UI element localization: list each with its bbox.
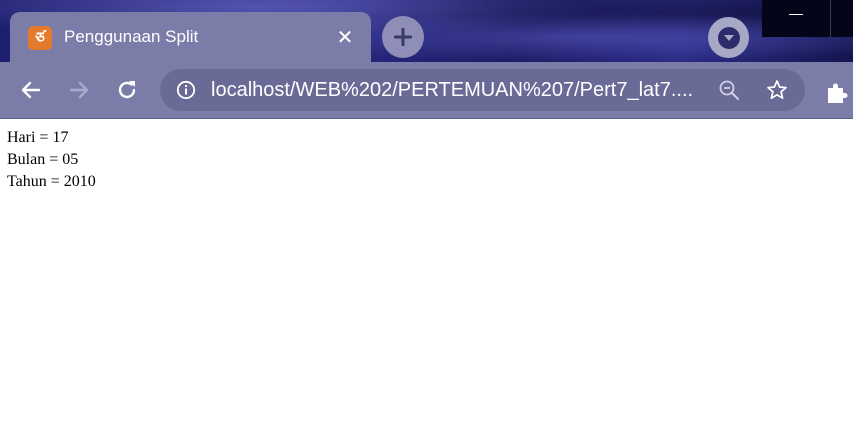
month-line: Bulan = 05 <box>7 151 79 168</box>
tab-title: Penggunaan Split <box>64 27 199 46</box>
puzzle-icon[interactable] <box>824 79 850 105</box>
tab-strip: ཙ Penggunaan Split ✕ <box>0 0 853 62</box>
url-text[interactable]: localhost/WEB%202/PERTEMUAN%207/Pert7_la… <box>211 79 693 102</box>
browser-tab[interactable]: ཙ Penggunaan Split ✕ <box>10 12 371 62</box>
year-line: Tahun = 2010 <box>7 173 96 190</box>
day-line: Hari = 17 <box>7 129 69 146</box>
info-icon[interactable] <box>176 80 196 100</box>
back-arrow-icon <box>21 81 41 99</box>
new-tab-button[interactable] <box>382 16 424 58</box>
xampp-icon: ཙ <box>28 26 52 50</box>
forward-arrow-icon <box>69 81 89 99</box>
profile-button[interactable] <box>708 17 749 58</box>
profile-icon <box>717 26 740 49</box>
window-control-divider <box>830 0 831 37</box>
minimize-button[interactable] <box>782 0 828 30</box>
back-button[interactable] <box>14 73 48 107</box>
window-controls <box>762 0 853 37</box>
browser-toolbar: localhost/WEB%202/PERTEMUAN%207/Pert7_la… <box>0 62 853 119</box>
star-icon[interactable] <box>766 79 788 101</box>
page-content: Hari = 17 Bulan = 05 Tahun = 2010 <box>7 127 96 193</box>
reload-button[interactable] <box>110 73 144 107</box>
reload-icon <box>118 81 136 99</box>
address-bar[interactable]: localhost/WEB%202/PERTEMUAN%207/Pert7_la… <box>160 69 805 111</box>
close-tab-button[interactable]: ✕ <box>332 24 358 50</box>
forward-button[interactable] <box>62 73 96 107</box>
zoom-out-icon[interactable] <box>718 79 740 101</box>
plus-icon <box>394 28 412 46</box>
